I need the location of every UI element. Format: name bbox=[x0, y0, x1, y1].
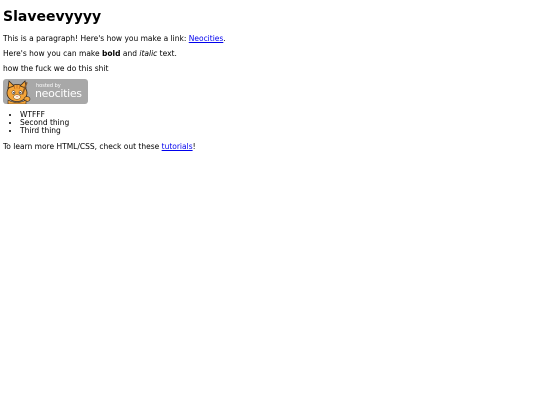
paragraph-footer: To learn more HTML/CSS, check out these … bbox=[3, 142, 196, 152]
bold-text: bold bbox=[102, 49, 121, 58]
paragraph-formatting-prefix: Here's how you can make bbox=[3, 49, 102, 58]
footer-suffix: ! bbox=[192, 142, 196, 151]
bullet-list: WTFFF Second thing Third thing bbox=[3, 111, 69, 135]
paragraph-formatting-suffix: text. bbox=[157, 49, 177, 58]
badge-neocities-text: neocities bbox=[35, 87, 82, 100]
footer-prefix: To learn more HTML/CSS, check out these bbox=[3, 142, 162, 151]
paragraph-formatting: Here's how you can make bold and italic … bbox=[3, 49, 177, 59]
paragraph-link-suffix: . bbox=[223, 34, 226, 43]
paragraph-link-prefix: This is a paragraph! Here's how you make… bbox=[3, 34, 189, 43]
list-item: Third thing bbox=[20, 127, 69, 135]
paragraph-link: This is a paragraph! Here's how you make… bbox=[3, 34, 226, 44]
italic-text: italic bbox=[139, 49, 158, 58]
paragraph-formatting-mid: and bbox=[120, 49, 140, 58]
tutorials-link[interactable]: tutorials bbox=[162, 142, 193, 151]
neocities-link[interactable]: Neocities bbox=[189, 34, 224, 43]
hosted-by-neocities-badge[interactable]: hosted by neocities bbox=[3, 79, 88, 104]
paragraph-custom: how the fuck we do this shit bbox=[3, 64, 109, 73]
page-title: Slaveevyyyy bbox=[3, 9, 102, 25]
